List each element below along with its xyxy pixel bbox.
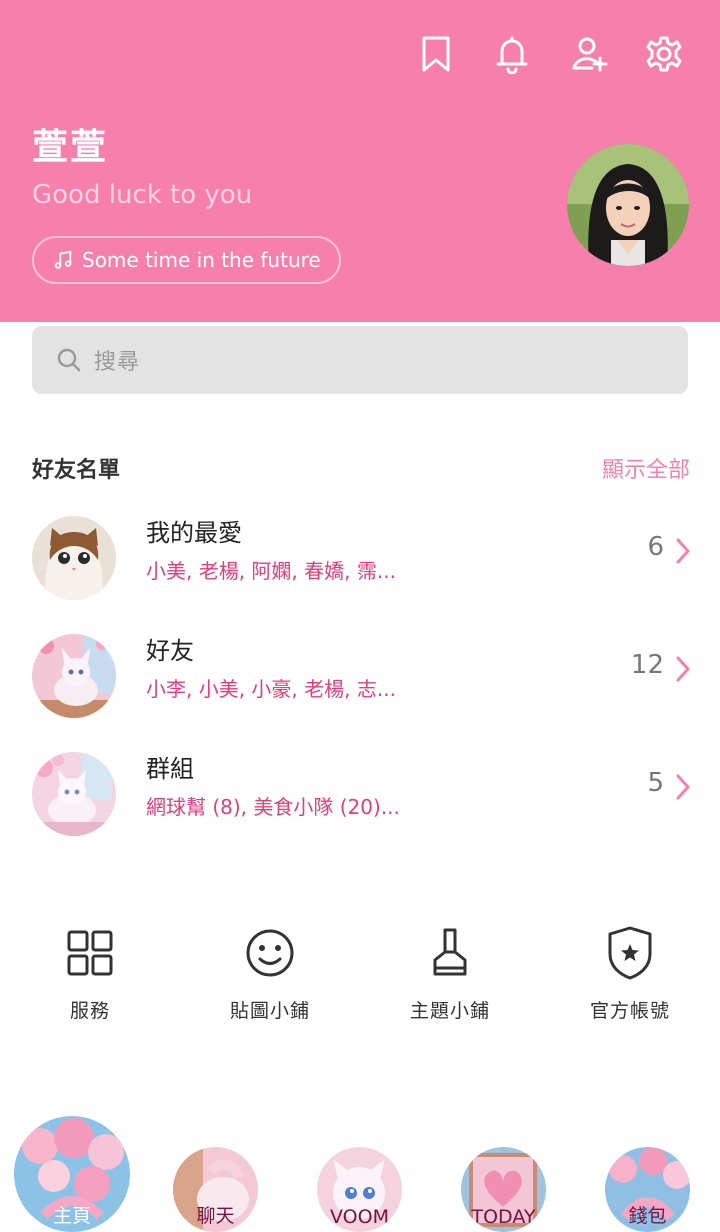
nav-wallet-label: 錢包	[628, 1205, 667, 1227]
nav-today[interactable]: TODAY	[461, 1147, 546, 1232]
music-title: Some time in the future	[82, 248, 321, 272]
nav-home-label: 主頁	[52, 1205, 91, 1227]
list-item-title: 我的最愛	[146, 519, 242, 547]
list-item-count: 6	[647, 532, 664, 562]
service-label: 服務	[69, 1000, 110, 1022]
search-icon	[57, 348, 81, 372]
status-message[interactable]: Good luck to you	[32, 180, 252, 210]
nav-voom[interactable]: VOOM	[317, 1147, 402, 1232]
list-item-members: 小李, 小美, 小豪, 老楊, 志...	[146, 677, 396, 701]
list-item-count: 5	[647, 768, 664, 798]
list-item-friends[interactable]: 好友 小李, 小美, 小豪, 老楊, 志... 12	[0, 626, 720, 726]
list-item-title: 好友	[146, 637, 194, 665]
smiley-icon	[246, 929, 294, 977]
list-item-members: 網球幫 (8), 美食小隊 (20)...	[146, 795, 400, 819]
add-friend-icon[interactable]	[568, 32, 612, 76]
list-item-members: 小美, 老楊, 阿嫻, 春嬌, 霈...	[146, 559, 396, 583]
list-item-title: 群組	[146, 755, 194, 783]
theme-shop-button[interactable]: 主題小鋪	[360, 924, 540, 1023]
official-accounts-label: 官方帳號	[589, 1000, 670, 1022]
chevron-right-icon	[676, 656, 690, 682]
settings-icon[interactable]	[642, 32, 686, 76]
list-item-favorites[interactable]: 我的最愛 小美, 老楊, 阿嫻, 春嬌, 霈... 6	[0, 508, 720, 608]
friends-avatar	[32, 634, 116, 718]
music-note-icon	[54, 250, 72, 269]
brush-icon	[433, 928, 467, 976]
shield-star-icon	[608, 926, 652, 980]
chevron-right-icon	[676, 538, 690, 564]
profile-header: 萱萱 Good luck to you Some time in the fut…	[0, 0, 720, 322]
nav-chats[interactable]: 聊天	[173, 1147, 258, 1232]
nav-home[interactable]: 主頁	[14, 1116, 130, 1232]
bell-icon[interactable]	[490, 32, 534, 76]
favorites-avatar	[32, 516, 116, 600]
profile-music-button[interactable]: Some time in the future	[32, 236, 341, 284]
sticker-shop-label: 貼圖小鋪	[229, 1000, 310, 1022]
grid-icon	[67, 930, 113, 976]
search-input[interactable]: 搜尋	[32, 326, 688, 394]
list-item-count: 12	[630, 650, 664, 680]
service-button[interactable]: 服務	[0, 924, 180, 1023]
nav-chats-label: 聊天	[196, 1205, 235, 1227]
friends-section-title: 好友名單	[32, 458, 121, 483]
groups-avatar	[32, 752, 116, 836]
show-all-link[interactable]: 顯示全部	[602, 452, 690, 484]
chevron-right-icon	[676, 774, 690, 800]
nav-voom-label: VOOM	[330, 1206, 389, 1228]
profile-avatar[interactable]	[567, 144, 689, 266]
theme-shop-label: 主題小鋪	[409, 1000, 490, 1022]
nav-today-label: TODAY	[471, 1206, 536, 1228]
search-placeholder: 搜尋	[94, 350, 141, 375]
sticker-shop-button[interactable]: 貼圖小鋪	[180, 924, 360, 1023]
official-accounts-button[interactable]: 官方帳號	[540, 924, 720, 1023]
list-item-groups[interactable]: 群組 網球幫 (8), 美食小隊 (20)... 5	[0, 744, 720, 844]
profile-name[interactable]: 萱萱	[32, 118, 108, 170]
nav-wallet[interactable]: 錢包	[605, 1147, 690, 1232]
bookmark-icon[interactable]	[414, 32, 458, 76]
